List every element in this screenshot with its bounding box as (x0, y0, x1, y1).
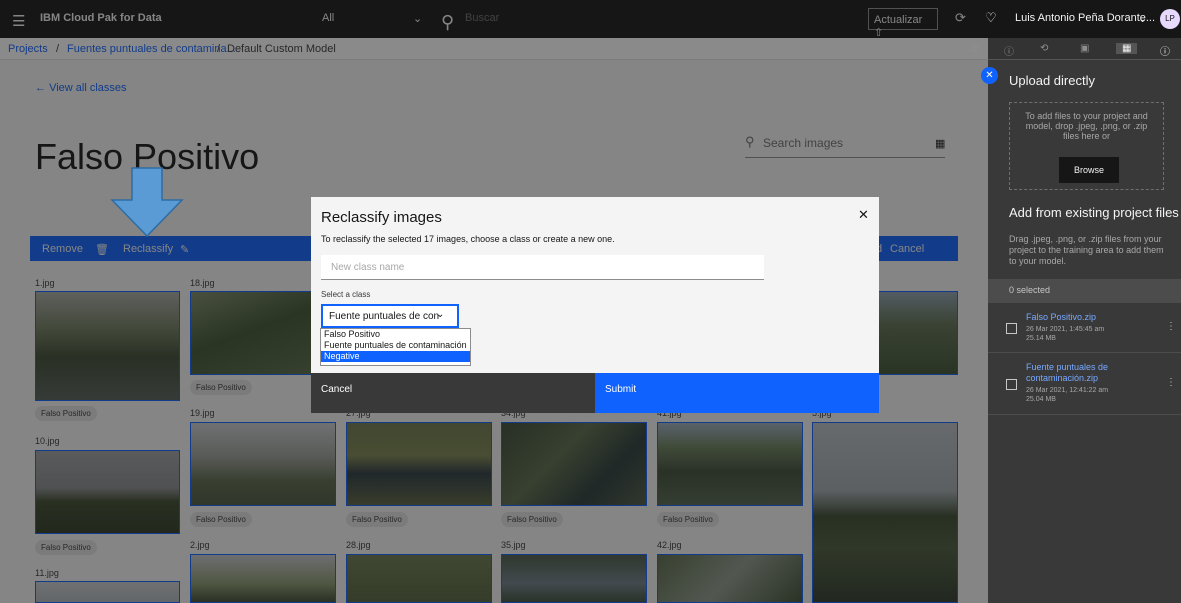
help-icon[interactable]: ⓘ (1160, 43, 1170, 58)
existing-files-description: Drag .jpeg, .png, or .zip files from you… (1009, 234, 1164, 266)
data-icon[interactable]: ▣ (1080, 43, 1089, 54)
file-checkbox[interactable] (1006, 379, 1017, 390)
class-option[interactable]: Negative (321, 351, 470, 362)
user-name[interactable]: Luis Antonio Peña Dorante... (1015, 12, 1155, 24)
existing-files-title: Add from existing project files (1009, 205, 1179, 220)
file-name[interactable]: Falso Positivo.zip (1026, 312, 1156, 323)
upload-title: Upload directly (1009, 73, 1095, 88)
file-date: 26 Mar 2021, 12:41:22 am (1026, 387, 1109, 394)
chevron-down-icon[interactable]: ⌄ (1138, 12, 1147, 25)
avatar[interactable]: LP (1160, 9, 1180, 29)
class-dropdown-menu: Falso Positivo Fuente puntuales de conta… (320, 328, 471, 366)
class-select[interactable]: Fuente puntuales de con ⌄ (321, 304, 459, 328)
history-icon[interactable]: ⟲ (1040, 43, 1048, 54)
class-option[interactable]: Falso Positivo (321, 329, 470, 340)
dropzone-text: To add files to your project and model, … (1025, 111, 1148, 141)
panel-toolbar: ▤ ⓘ ⟲ ▣ ▦ ⓘ (970, 38, 1181, 60)
close-icon[interactable]: ✕ (858, 207, 869, 223)
close-panel-icon[interactable]: ✕ (981, 67, 998, 84)
right-panel: ▤ ⓘ ⟲ ▣ ▦ ⓘ Upload directly To add files… (970, 38, 1181, 603)
browse-button[interactable]: Browse (1059, 157, 1119, 183)
modal-submit-button[interactable]: Submit (595, 373, 879, 413)
overflow-menu-icon[interactable]: ⋮ (1166, 377, 1176, 388)
reclassify-modal: Reclassify images ✕ To reclassify the se… (311, 197, 879, 413)
modal-description: To reclassify the selected 17 images, ch… (321, 234, 615, 244)
file-size: 25.04 MB (1026, 396, 1056, 403)
info-icon[interactable]: ▤ (970, 43, 979, 54)
select-class-label: Select a class (321, 290, 371, 299)
modal-cancel-button[interactable]: Cancel (311, 373, 595, 413)
files-icon[interactable]: ▦ (1116, 43, 1138, 54)
class-option[interactable]: Fuente puntuales de contaminación (321, 340, 470, 351)
chevron-down-icon: ⌄ (436, 309, 445, 320)
class-select-value: Fuente puntuales de con (329, 311, 440, 322)
selected-count: 0 selected (988, 279, 1181, 303)
file-row[interactable]: Fuente puntuales de contaminación.zip 26… (988, 353, 1181, 415)
file-checkbox[interactable] (1006, 323, 1017, 334)
file-size: 25.14 MB (1026, 335, 1056, 342)
annotation-arrow-down (110, 167, 184, 238)
file-date: 26 Mar 2021, 1:45:45 am (1026, 326, 1105, 333)
upload-dropzone[interactable]: To add files to your project and model, … (1009, 102, 1164, 190)
file-row[interactable]: Falso Positivo.zip 26 Mar 2021, 1:45:45 … (988, 303, 1181, 353)
info-icon[interactable]: ⓘ (1004, 43, 1014, 58)
modal-title: Reclassify images (321, 209, 442, 226)
overflow-menu-icon[interactable]: ⋮ (1166, 321, 1176, 332)
new-class-input[interactable]: New class name (321, 255, 764, 280)
file-name[interactable]: Fuente puntuales de contaminación.zip (1026, 362, 1156, 384)
